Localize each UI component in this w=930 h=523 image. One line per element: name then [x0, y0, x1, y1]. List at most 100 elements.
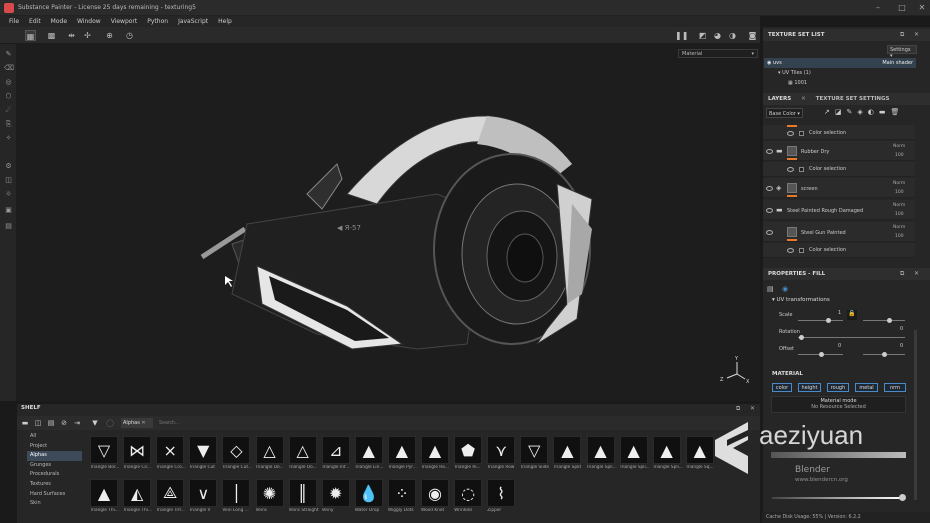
camera-lock-icon[interactable]: ⊕: [104, 30, 115, 41]
blend-mode[interactable]: Norm: [893, 225, 905, 230]
shelf-alpha-tile[interactable]: ▽ Triangle Slide: [520, 436, 550, 474]
layer-rubber-dry[interactable]: ▬ Rubber Dry Norm 100: [763, 141, 915, 161]
layer-mask-row[interactable]: Color selection: [763, 162, 915, 177]
shelf-alpha-tile[interactable]: ◭ Triangle Thi...: [123, 479, 153, 517]
eye-icon[interactable]: [766, 149, 773, 154]
channel-nrm-toggle[interactable]: nrm: [884, 383, 906, 392]
mask-checkbox[interactable]: [799, 167, 804, 172]
material-properties-icon[interactable]: ◉: [782, 285, 788, 293]
import-icon[interactable]: ▤: [47, 419, 55, 427]
shelf-alpha-tile[interactable]: △ Triangle Do...: [255, 436, 286, 474]
channel-color-toggle[interactable]: color: [772, 383, 792, 392]
add-paint-layer-icon[interactable]: ✎: [847, 108, 858, 116]
shelf-alpha-tile[interactable]: │ Vein Long ...: [222, 479, 252, 517]
export-icon[interactable]: ⇥: [73, 419, 81, 427]
grid-snap-icon[interactable]: ▦: [25, 30, 36, 41]
shelf-alpha-tile[interactable]: ◇ Triangle Cut...: [222, 436, 252, 474]
delete-layer-icon[interactable]: 🗑: [891, 108, 905, 116]
symmetry-icon[interactable]: ⇹: [66, 30, 77, 41]
pivot-icon[interactable]: ✢: [82, 30, 93, 41]
menu-help[interactable]: Help: [213, 16, 237, 27]
shelf-alpha-tile[interactable]: ║ Veins Straight: [288, 479, 319, 517]
layer-steel-gun-painted[interactable]: Steel Gun Painted Norm 100: [763, 222, 915, 242]
category-all[interactable]: All: [27, 432, 82, 442]
uv-transform-section[interactable]: ▾ UV transformations: [772, 297, 830, 303]
layer-opacity[interactable]: 100: [895, 190, 904, 195]
category-textures[interactable]: Textures: [27, 480, 82, 490]
blend-mode[interactable]: Norm: [893, 203, 905, 208]
add-effect-icon[interactable]: ↗: [824, 108, 835, 116]
shelf-alpha-tile[interactable]: ▲ Triangle Split: [553, 436, 583, 474]
shelf-alpha-tile[interactable]: ▲ Triangle Pyr...: [387, 436, 418, 474]
uv-tiles-row[interactable]: ▾ UV Tiles (1): [778, 70, 811, 76]
camera-icon[interactable]: ◙: [747, 30, 758, 41]
layer-opacity[interactable]: 100: [895, 234, 904, 239]
category-procedurals[interactable]: Procedurals: [27, 470, 82, 480]
layer-mask-row[interactable]: Color selection: [763, 243, 915, 258]
channel-metal-toggle[interactable]: metal: [855, 383, 878, 392]
menu-python[interactable]: Python: [142, 16, 173, 27]
new-folder-icon[interactable]: ◫: [34, 419, 42, 427]
shelf-alpha-tile[interactable]: ⨯ Triangle Cro...: [156, 436, 186, 474]
tab-texture-set-settings[interactable]: TEXTURE SET SETTINGS: [816, 96, 890, 102]
rotation-slider-knob[interactable]: [799, 335, 804, 340]
settings-icon[interactable]: ⚙: [4, 162, 13, 171]
material-picker-icon[interactable]: ✧: [4, 134, 13, 143]
panel-close-icon[interactable]: ✕: [914, 270, 919, 277]
channel-select[interactable]: Base Color ▾: [766, 108, 803, 118]
eye-icon[interactable]: [766, 230, 773, 235]
offset-y-value[interactable]: 0: [900, 343, 903, 349]
eye-icon[interactable]: ◉: [767, 60, 771, 66]
hide-icon[interactable]: ⊘: [60, 419, 68, 427]
blend-mode[interactable]: Norm: [893, 181, 905, 186]
shelf-alpha-tile[interactable]: ✺ Veins: [255, 479, 286, 517]
menu-viewport[interactable]: Viewport: [106, 16, 143, 27]
eye-icon[interactable]: [787, 167, 794, 172]
shelf-alpha-tile[interactable]: ▲ Triangle Ra...: [421, 436, 451, 474]
minimize-icon[interactable]: –: [872, 2, 884, 14]
add-fill-layer-icon[interactable]: ◈: [857, 108, 867, 116]
layer-opacity[interactable]: 100: [895, 153, 904, 158]
script-icon[interactable]: ▤: [4, 222, 13, 231]
panel-float-icon[interactable]: ⧉: [900, 31, 904, 39]
shelf-alpha-tile[interactable]: ⋎ Triangle Row: [487, 436, 517, 474]
layer-mask-row[interactable]: Color selection: [763, 125, 915, 140]
layer-opacity[interactable]: 100: [895, 212, 904, 217]
pause-icon[interactable]: ❚❚: [675, 30, 688, 41]
scale-slider[interactable]: [798, 320, 843, 321]
channel-rough-toggle[interactable]: rough: [827, 383, 849, 392]
shelf-alpha-tile[interactable]: ⌇ Zipper: [487, 479, 517, 517]
uv-tile-row[interactable]: ▦ 1001: [788, 80, 807, 86]
geometry-fill-icon[interactable]: ⬡: [4, 92, 13, 101]
viewport-material-select[interactable]: Material ▾: [678, 49, 758, 58]
category-alphas[interactable]: Alphas: [27, 451, 82, 461]
bake-icon[interactable]: ◫: [4, 176, 13, 185]
fill-properties-icon[interactable]: ▤: [767, 285, 774, 293]
maximize-icon[interactable]: □: [896, 2, 908, 14]
smudge-icon[interactable]: ☄: [4, 106, 13, 115]
3d-viewport[interactable]: ◀ Я-57 Y Z X: [17, 44, 760, 401]
category-hard-surfaces[interactable]: Hard Surfaces: [27, 490, 82, 500]
scale-value[interactable]: 1: [838, 310, 841, 316]
shelf-alpha-tile[interactable]: ◌ Wrinkles: [454, 479, 484, 517]
eye-icon[interactable]: [787, 131, 794, 136]
eye-icon[interactable]: [766, 208, 773, 213]
shelf-alpha-tile[interactable]: ∨ Triangle V: [189, 479, 219, 517]
add-folder-icon[interactable]: ▬: [879, 108, 891, 116]
clone-icon[interactable]: ⎘: [4, 120, 13, 129]
shelf-alpha-tile[interactable]: ▽ Triangle Bor...: [90, 436, 120, 474]
filter-icon[interactable]: ▼: [91, 419, 99, 427]
panel-close-icon[interactable]: ✕: [914, 31, 919, 38]
add-smart-material-icon[interactable]: ◐: [868, 108, 879, 116]
lock-icon[interactable]: 🔒: [847, 310, 857, 320]
offset-y-knob[interactable]: [882, 352, 887, 357]
render-icon[interactable]: ◕: [712, 30, 723, 41]
menu-mode[interactable]: Mode: [46, 16, 72, 27]
scale-slider-y-knob[interactable]: [887, 318, 892, 323]
scale-slider-knob[interactable]: [826, 318, 831, 323]
layer-screen[interactable]: ◈ screen Norm 100: [763, 178, 915, 198]
shelf-alpha-tile[interactable]: ⁘ Wiggly Dots: [387, 479, 418, 517]
shelf-alpha-tile[interactable]: ▼ Triangle Cut: [189, 436, 219, 474]
shelf-alpha-tile[interactable]: ⟁ Triangle Trif...: [156, 479, 186, 517]
shelf-alpha-tile[interactable]: ⋈ Triangle Cir...: [123, 436, 153, 474]
